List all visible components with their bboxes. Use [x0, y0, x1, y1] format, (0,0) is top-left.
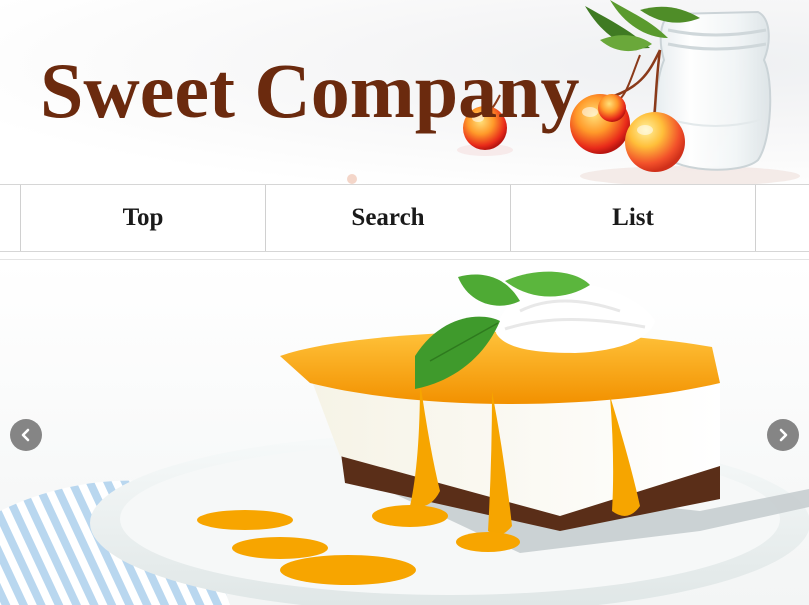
site-title: Sweet Company — [40, 47, 580, 134]
chevron-right-icon — [779, 428, 788, 442]
chevron-left-icon — [21, 428, 30, 442]
nav-divider — [0, 259, 809, 260]
nav-item-list[interactable]: List — [510, 185, 756, 251]
slider-prev-button[interactable] — [10, 419, 42, 451]
image-slider[interactable] — [0, 261, 809, 605]
nav-item-top[interactable]: Top — [20, 185, 265, 251]
slide-cheesecake-image — [0, 261, 809, 605]
main-nav: Top Search List — [0, 184, 809, 252]
slider-next-button[interactable] — [767, 419, 799, 451]
nav-item-search[interactable]: Search — [265, 185, 510, 251]
site-header: Sweet Company — [0, 0, 809, 184]
